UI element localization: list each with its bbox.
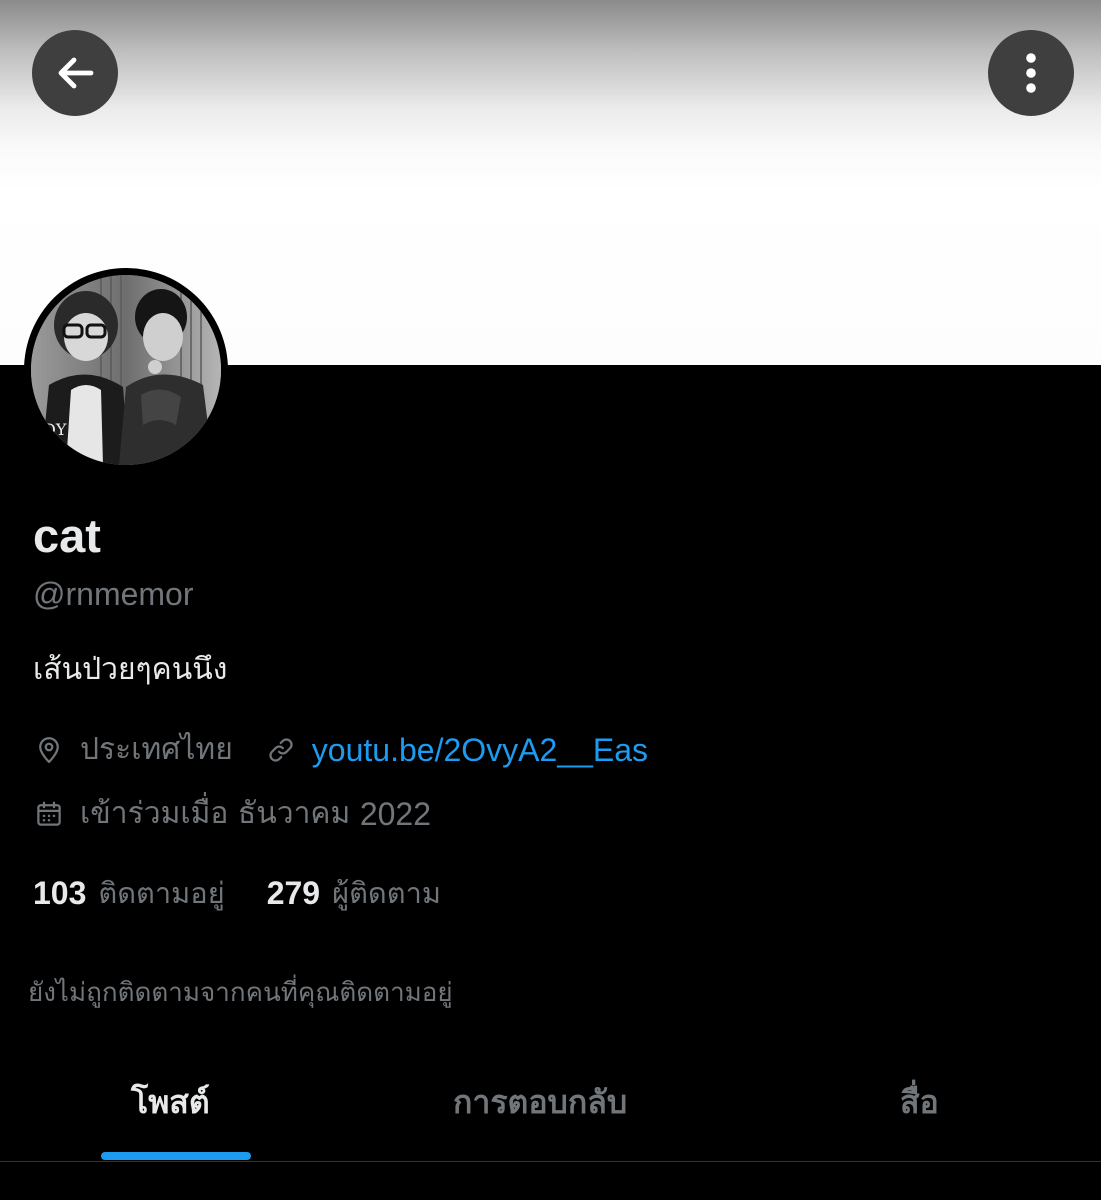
- avatar[interactable]: DY BI: [24, 268, 228, 472]
- username-handle: @rnmemor: [33, 576, 194, 612]
- website-link[interactable]: youtu.be/2OvyA2__Eas: [312, 730, 648, 770]
- joined-date-row: เข้าร่วมเมื่อ ธันวาคม 2022: [33, 794, 431, 834]
- joined-date-text: เข้าร่วมเมื่อ ธันวาคม: [80, 796, 351, 831]
- profile-meta-row: ประเทศไทย youtu.be/2OvyA2__Eas: [33, 730, 648, 770]
- tab-replies[interactable]: การตอบกลับ: [453, 1080, 627, 1124]
- location-text: ประเทศไทย: [80, 732, 233, 767]
- svg-text:BI: BI: [47, 440, 65, 459]
- joined-year: 2022: [359, 796, 432, 832]
- followers-you-know-notice: ยังไม่ถูกติดตามจากคนที่คุณติดตามอยู่: [28, 978, 453, 1008]
- followers-link[interactable]: 279 ผู้ติดตาม: [267, 873, 441, 913]
- calendar-icon: [33, 798, 65, 830]
- follow-stats: 103 ติดตามอยู่ 279 ผู้ติดตาม: [33, 873, 441, 913]
- display-name: cat: [33, 509, 101, 562]
- avatar-photo: DY BI: [31, 275, 221, 465]
- more-options-button[interactable]: [988, 30, 1074, 116]
- profile-tabs: โพสต์ การตอบกลับ สื่อ: [0, 1060, 1101, 1162]
- active-tab-indicator: [101, 1152, 251, 1160]
- following-label: ติดตามอยู่: [98, 876, 225, 910]
- link-icon: [265, 734, 297, 766]
- location-pin-icon: [33, 734, 65, 766]
- arrow-left-icon: [58, 57, 94, 89]
- svg-text:DY: DY: [43, 420, 67, 439]
- tab-media[interactable]: สื่อ: [900, 1080, 939, 1124]
- followers-count: 279: [266, 875, 321, 911]
- tab-posts[interactable]: โพสต์: [131, 1080, 210, 1124]
- back-button[interactable]: [32, 30, 118, 116]
- tabs-divider: [0, 1161, 1101, 1162]
- profile-bio: เส้นป่วยๆคนนึง: [33, 652, 228, 687]
- following-count: 103: [33, 875, 87, 911]
- following-link[interactable]: 103 ติดตามอยู่: [33, 873, 225, 913]
- followers-label: ผู้ติดตาม: [332, 876, 441, 910]
- more-vertical-icon: [1026, 53, 1036, 93]
